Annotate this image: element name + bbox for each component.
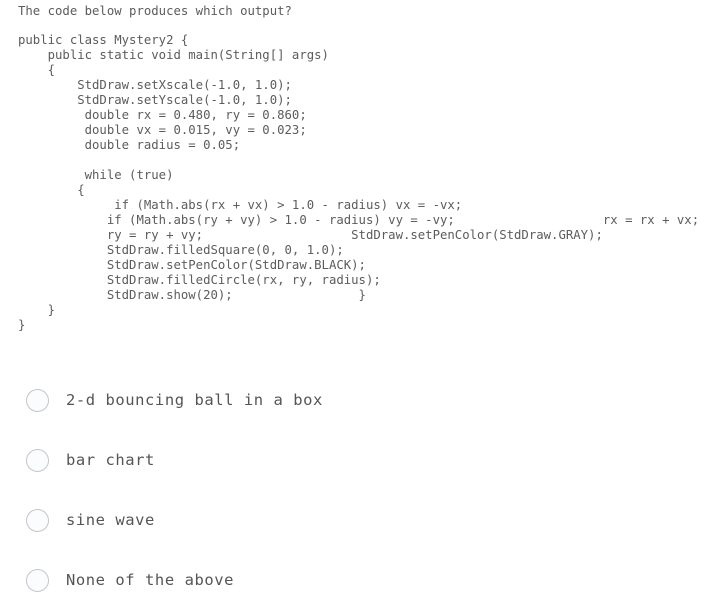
code-line: ry = ry + vy; StdDraw.setPenColor(StdDra… [18, 228, 603, 242]
code-block: public class Mystery2 { public static vo… [18, 33, 699, 333]
code-line: double radius = 0.05; [18, 138, 241, 152]
code-line: } [18, 318, 26, 332]
code-line: if (Math.abs(ry + vy) > 1.0 - radius) vy… [18, 213, 700, 227]
code-line: StdDraw.setXscale(-1.0, 1.0); [18, 78, 292, 92]
code-line: while (true) [18, 168, 174, 182]
option-row-option-d[interactable]: None of the above [0, 550, 706, 610]
radio-button-option-c[interactable] [26, 508, 49, 532]
code-line: StdDraw.filledCircle(rx, ry, radius); [18, 273, 381, 287]
question-prompt: The code below produces which output? [18, 4, 292, 18]
options-list: 2-d bouncing ball in a box bar chart sine … [0, 370, 706, 610]
code-line: StdDraw.setPenColor(StdDraw.BLACK); [18, 258, 366, 272]
option-label-option-c: sine wave [66, 511, 155, 529]
code-line: public class Mystery2 { [18, 33, 189, 47]
code-line: double rx = 0.480, ry = 0.860; [18, 108, 307, 122]
code-line: StdDraw.filledSquare(0, 0, 1.0); [18, 243, 344, 257]
option-label-option-a: 2-d bouncing ball in a box [66, 391, 323, 409]
code-line: StdDraw.show(20); } [18, 288, 366, 302]
code-line: { [18, 183, 85, 197]
option-row-option-a[interactable]: 2-d bouncing ball in a box [0, 370, 706, 430]
code-line: public static void main(String[] args) [18, 48, 329, 62]
code-line: if (Math.abs(rx + vx) > 1.0 - radius) vx… [18, 198, 463, 212]
code-line: { [18, 63, 56, 77]
radio-button-option-a[interactable] [26, 388, 49, 412]
code-line: double vx = 0.015, vy = 0.023; [18, 123, 307, 137]
option-row-option-b[interactable]: bar chart [0, 430, 706, 490]
option-row-option-c[interactable]: sine wave [0, 490, 706, 550]
code-line: } [18, 303, 56, 317]
radio-button-option-d[interactable] [26, 568, 49, 592]
option-label-option-d: None of the above [66, 571, 234, 589]
option-label-option-b: bar chart [66, 451, 155, 469]
radio-button-option-b[interactable] [26, 448, 49, 472]
code-line: StdDraw.setYscale(-1.0, 1.0); [18, 93, 292, 107]
